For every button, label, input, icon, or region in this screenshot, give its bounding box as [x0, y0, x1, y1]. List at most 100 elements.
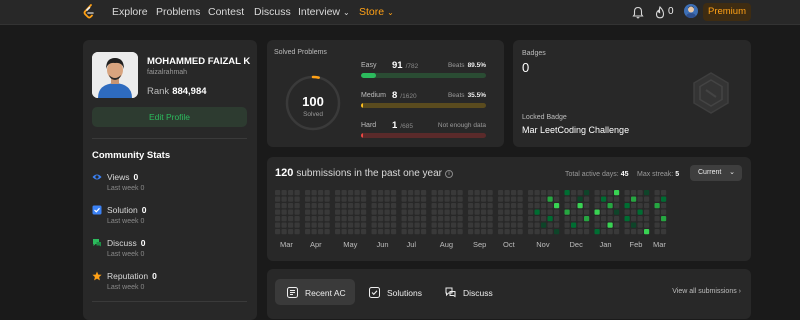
heatmap-day-cell[interactable] — [528, 222, 534, 228]
heatmap-day-cell[interactable] — [594, 216, 600, 222]
heatmap-day-cell[interactable] — [281, 190, 287, 196]
heatmap-day-cell[interactable] — [564, 216, 570, 222]
heatmap-day-cell[interactable] — [457, 196, 463, 202]
heatmap-day-cell[interactable] — [421, 196, 427, 202]
heatmap-day-cell[interactable] — [275, 229, 281, 235]
heatmap-day-cell[interactable] — [451, 229, 457, 235]
heatmap-day-cell[interactable] — [571, 229, 577, 235]
heatmap-day-cell[interactable] — [504, 190, 510, 196]
heatmap-day-cell[interactable] — [594, 209, 600, 215]
heatmap-day-cell[interactable] — [438, 229, 444, 235]
heatmap-day-cell[interactable] — [408, 196, 414, 202]
heatmap-day-cell[interactable] — [391, 209, 397, 215]
heatmap-day-cell[interactable] — [528, 209, 534, 215]
heatmap-day-cell[interactable] — [498, 222, 504, 228]
heatmap-day-cell[interactable] — [594, 190, 600, 196]
heatmap-day-cell[interactable] — [474, 203, 480, 209]
heatmap-day-cell[interactable] — [498, 203, 504, 209]
heatmap-day-cell[interactable] — [468, 203, 474, 209]
heatmap-day-cell[interactable] — [354, 209, 360, 215]
heatmap-day-cell[interactable] — [661, 216, 667, 222]
heatmap-day-cell[interactable] — [444, 209, 450, 215]
heatmap-day-cell[interactable] — [511, 190, 517, 196]
heatmap-day-cell[interactable] — [414, 203, 420, 209]
nav-interview[interactable]: Interview ⌄ — [298, 6, 350, 18]
heatmap-day-cell[interactable] — [474, 222, 480, 228]
heatmap-day-cell[interactable] — [348, 196, 354, 202]
heatmap-day-cell[interactable] — [528, 190, 534, 196]
heatmap-day-cell[interactable] — [504, 222, 510, 228]
heatmap-day-cell[interactable] — [528, 229, 534, 235]
heatmap-day-cell[interactable] — [607, 216, 613, 222]
heatmap-day-cell[interactable] — [421, 222, 427, 228]
heatmap-day-cell[interactable] — [534, 222, 540, 228]
heatmap-day-cell[interactable] — [318, 229, 324, 235]
heatmap-day-cell[interactable] — [487, 196, 493, 202]
heatmap-day-cell[interactable] — [414, 229, 420, 235]
heatmap-day-cell[interactable] — [378, 196, 384, 202]
heatmap-day-cell[interactable] — [341, 222, 347, 228]
heatmap-day-cell[interactable] — [504, 229, 510, 235]
heatmap-day-cell[interactable] — [661, 229, 667, 235]
heatmap-day-cell[interactable] — [637, 216, 643, 222]
heatmap-day-cell[interactable] — [577, 209, 583, 215]
heatmap-day-cell[interactable] — [281, 209, 287, 215]
heatmap-day-cell[interactable] — [451, 209, 457, 215]
heatmap-day-cell[interactable] — [354, 216, 360, 222]
nav-store[interactable]: Store ⌄ — [359, 6, 394, 18]
heatmap-day-cell[interactable] — [438, 222, 444, 228]
heatmap-day-cell[interactable] — [571, 203, 577, 209]
heatmap-day-cell[interactable] — [534, 203, 540, 209]
heatmap-day-cell[interactable] — [547, 222, 553, 228]
heatmap-day-cell[interactable] — [457, 222, 463, 228]
heatmap-day-cell[interactable] — [305, 203, 311, 209]
heatmap-day-cell[interactable] — [481, 222, 487, 228]
heatmap-day-cell[interactable] — [318, 190, 324, 196]
heatmap-day-cell[interactable] — [335, 216, 341, 222]
heatmap-day-cell[interactable] — [311, 209, 317, 215]
heatmap-day-cell[interactable] — [324, 222, 330, 228]
heatmap-day-cell[interactable] — [607, 222, 613, 228]
heatmap-day-cell[interactable] — [661, 209, 667, 215]
heatmap-day-cell[interactable] — [547, 216, 553, 222]
heatmap-day-cell[interactable] — [614, 216, 620, 222]
heatmap-day-cell[interactable] — [438, 203, 444, 209]
heatmap-day-cell[interactable] — [528, 203, 534, 209]
heatmap-day-cell[interactable] — [528, 196, 534, 202]
premium-button[interactable]: Premium — [703, 3, 751, 21]
heatmap-day-cell[interactable] — [584, 229, 590, 235]
heatmap-day-cell[interactable] — [444, 203, 450, 209]
heatmap-day-cell[interactable] — [607, 209, 613, 215]
heatmap-day-cell[interactable] — [504, 209, 510, 215]
heatmap-day-cell[interactable] — [294, 196, 300, 202]
tab-solutions[interactable]: Solutions — [357, 279, 437, 305]
heatmap-day-cell[interactable] — [614, 229, 620, 235]
heatmap-day-cell[interactable] — [371, 203, 377, 209]
heatmap-day-cell[interactable] — [468, 190, 474, 196]
heatmap-day-cell[interactable] — [534, 229, 540, 235]
heatmap-day-cell[interactable] — [554, 209, 560, 215]
heatmap-day-cell[interactable] — [644, 209, 650, 215]
nav-discuss[interactable]: Discuss — [254, 6, 291, 18]
heatmap-day-cell[interactable] — [335, 203, 341, 209]
heatmap-day-cell[interactable] — [474, 216, 480, 222]
view-all-submissions-link[interactable]: View all submissions › — [672, 288, 741, 295]
heatmap-day-cell[interactable] — [348, 203, 354, 209]
heatmap-day-cell[interactable] — [371, 216, 377, 222]
heatmap-day-cell[interactable] — [288, 209, 294, 215]
heatmap-day-cell[interactable] — [288, 196, 294, 202]
heatmap-day-cell[interactable] — [631, 216, 637, 222]
heatmap-day-cell[interactable] — [451, 190, 457, 196]
heatmap-day-cell[interactable] — [318, 222, 324, 228]
heatmap-day-cell[interactable] — [421, 203, 427, 209]
heatmap-day-cell[interactable] — [601, 203, 607, 209]
heatmap-day-cell[interactable] — [457, 190, 463, 196]
heatmap-day-cell[interactable] — [354, 196, 360, 202]
heatmap-day-cell[interactable] — [335, 196, 341, 202]
heatmap-day-cell[interactable] — [378, 229, 384, 235]
heatmap-day-cell[interactable] — [517, 203, 523, 209]
heatmap-day-cell[interactable] — [294, 209, 300, 215]
heatmap-day-cell[interactable] — [594, 196, 600, 202]
heatmap-day-cell[interactable] — [577, 196, 583, 202]
heatmap-day-cell[interactable] — [534, 196, 540, 202]
